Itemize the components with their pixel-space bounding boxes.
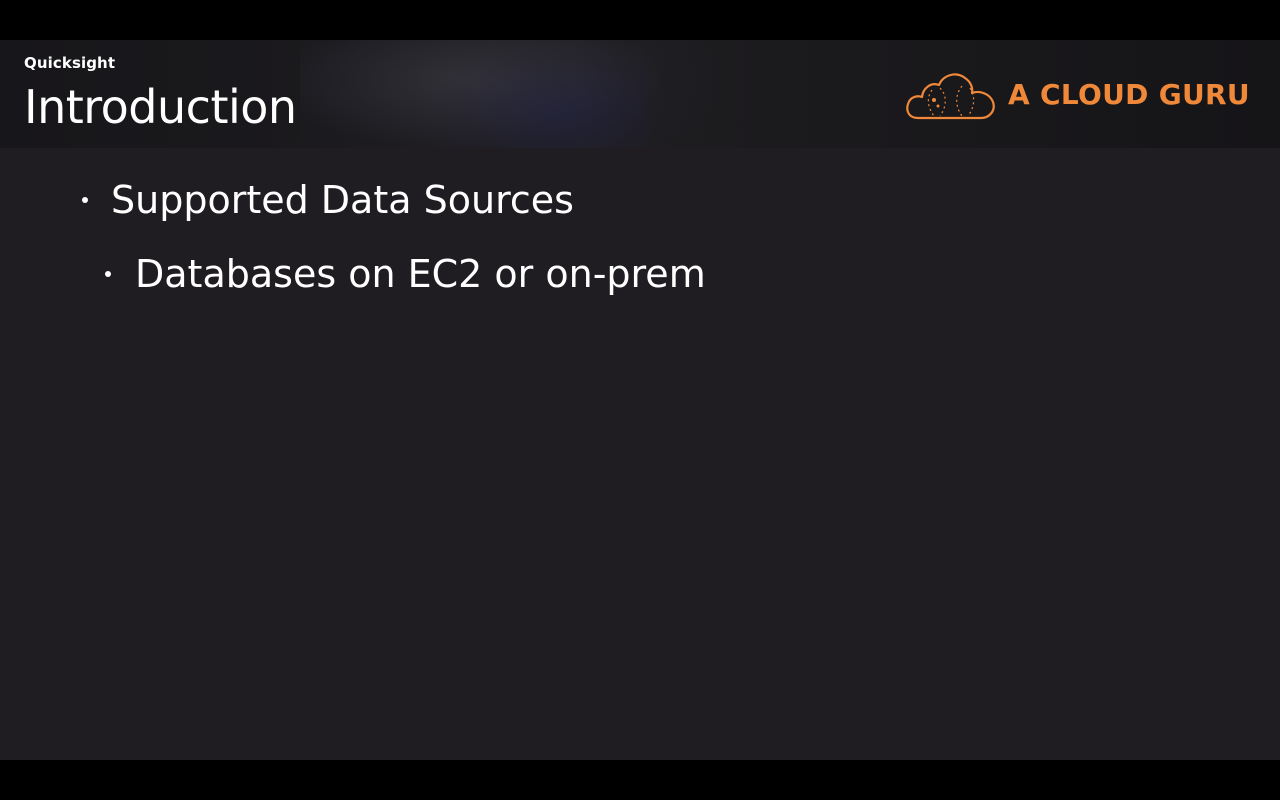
header-background-shadow xyxy=(430,40,650,148)
cloud-logo-icon xyxy=(904,66,996,122)
course-label: Quicksight xyxy=(24,54,116,72)
bullet-text: Supported Data Sources xyxy=(111,178,574,222)
letterbox-top xyxy=(0,0,1280,40)
brand-logo: A CLOUD GURU xyxy=(904,66,1250,122)
slide-header: Quicksight Introduction A CLOUD GURU xyxy=(0,40,1280,148)
bullet-text: Databases on EC2 or on-prem xyxy=(135,252,706,296)
bullet-dot-icon xyxy=(105,271,111,277)
brand-name: A CLOUD GURU xyxy=(1008,77,1250,111)
bullet-item-level-2: Databases on EC2 or on-prem xyxy=(105,252,706,296)
slide: Quicksight Introduction A CLOUD GURU Sup… xyxy=(0,40,1280,760)
bullet-dot-icon xyxy=(82,197,88,203)
letterbox-bottom xyxy=(0,760,1280,800)
bullet-item-level-1: Supported Data Sources xyxy=(82,178,574,222)
slide-title: Introduction xyxy=(24,80,297,134)
